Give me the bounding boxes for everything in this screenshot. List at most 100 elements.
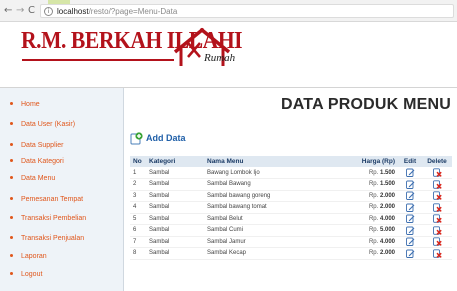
site-header: R.M. BERKAH ILLAHI Rumah bbox=[0, 22, 457, 88]
pencil-edit-icon[interactable] bbox=[405, 249, 415, 258]
price-value: 2.000 bbox=[379, 192, 395, 199]
pencil-edit-icon[interactable] bbox=[405, 214, 415, 224]
plus-circle-icon bbox=[130, 131, 143, 144]
table-row: 4 Sambal Sambal bawang tomat Rp. 2.000 bbox=[130, 201, 452, 214]
trash-delete-icon[interactable] bbox=[432, 249, 442, 258]
currency-prefix: Rp. bbox=[368, 227, 379, 234]
currency-prefix: Rp. bbox=[368, 215, 379, 222]
trash-delete-icon[interactable] bbox=[432, 168, 442, 177]
cell-nama-menu: Bawang Lombok Ijo bbox=[204, 167, 342, 179]
bullet-icon bbox=[10, 121, 13, 125]
trash-delete-icon[interactable] bbox=[432, 191, 442, 201]
url-host: localhost bbox=[57, 7, 89, 16]
pencil-edit-icon[interactable] bbox=[405, 168, 415, 177]
bullet-icon bbox=[10, 175, 13, 179]
url-path: /resto/?page=Menu-Data bbox=[88, 7, 178, 16]
cell-delete bbox=[422, 236, 452, 248]
add-data-button[interactable]: Add Data bbox=[130, 130, 186, 146]
cell-delete bbox=[422, 224, 452, 237]
currency-prefix: Rp. bbox=[368, 250, 379, 257]
sidebar-item-home[interactable]: Home bbox=[10, 100, 40, 109]
cell-nama-menu: Sambal Belut bbox=[204, 213, 342, 225]
cell-kategori: Sambal bbox=[146, 178, 204, 191]
sidebar-item-transaksi-penjualan[interactable]: Transaksi Penjualan bbox=[10, 234, 84, 243]
cell-edit bbox=[398, 167, 422, 179]
bullet-icon bbox=[10, 101, 13, 105]
table-row: 2 Sambal Sambal Bawang Rp. 1.500 bbox=[130, 178, 452, 191]
reload-icon[interactable]: C bbox=[28, 6, 35, 16]
pencil-edit-icon[interactable] bbox=[405, 180, 415, 189]
trash-delete-icon[interactable] bbox=[432, 237, 442, 247]
trash-delete-icon[interactable] bbox=[432, 226, 442, 235]
sidebar-item-data-menu[interactable]: Data Menu bbox=[10, 174, 55, 183]
currency-prefix: Rp. bbox=[368, 192, 379, 199]
cell-harga: Rp. 1.500 bbox=[342, 178, 398, 191]
col-header-edit: Edit bbox=[398, 156, 422, 167]
cell-kategori: Sambal bbox=[146, 236, 204, 248]
bullet-icon bbox=[10, 271, 13, 275]
bullet-icon bbox=[10, 158, 13, 162]
cell-delete bbox=[422, 201, 452, 214]
cell-delete bbox=[422, 190, 452, 202]
pencil-edit-icon[interactable] bbox=[405, 226, 415, 235]
sidebar-item-transaksi-pembelian[interactable]: Transaksi Pembelian bbox=[10, 214, 86, 223]
price-value: 5.000 bbox=[379, 227, 395, 234]
table-row: 7 Sambal Sambal Jamur Rp. 4.000 bbox=[130, 236, 452, 248]
sidebar-item-label: Data Supplier bbox=[21, 142, 64, 149]
cell-delete bbox=[422, 167, 452, 179]
sidebar-item-data-supplier[interactable]: Data Supplier bbox=[10, 141, 63, 150]
col-header-delete: Delete bbox=[422, 156, 452, 167]
sidebar-item-pemesanan-tempat[interactable]: Pemesanan Tempat bbox=[10, 195, 83, 204]
cell-harga: Rp. 2.000 bbox=[342, 201, 398, 214]
back-icon[interactable]: ← bbox=[4, 6, 12, 16]
trash-delete-icon[interactable] bbox=[432, 203, 442, 212]
pencil-edit-icon[interactable] bbox=[405, 237, 415, 247]
table-row: 1 Sambal Bawang Lombok Ijo Rp. 1.500 bbox=[130, 167, 452, 179]
bullet-icon bbox=[10, 253, 13, 257]
sidebar-item-logout[interactable]: Logout bbox=[10, 270, 42, 279]
sidebar-item-label: Logout bbox=[21, 271, 43, 278]
sidebar-item-label: Data User (Kasir) bbox=[21, 121, 76, 128]
info-icon[interactable]: i bbox=[44, 7, 53, 16]
currency-prefix: Rp. bbox=[368, 169, 379, 176]
currency-prefix: Rp. bbox=[368, 238, 379, 245]
logo-script-text: Rumah bbox=[204, 52, 236, 64]
cell-no: 2 bbox=[130, 178, 146, 191]
bullet-icon bbox=[10, 235, 13, 239]
cell-nama-menu: Sambal Kecap bbox=[204, 247, 342, 260]
trash-delete-icon[interactable] bbox=[432, 180, 442, 189]
cell-nama-menu: Sambal Jamur bbox=[204, 236, 342, 248]
cell-no: 1 bbox=[130, 167, 146, 179]
bullet-icon bbox=[10, 196, 13, 200]
table-row: 8 Sambal Sambal Kecap Rp. 2.000 bbox=[130, 247, 452, 260]
sidebar-item-laporan[interactable]: Laporan bbox=[10, 252, 47, 261]
cell-harga: Rp. 1.500 bbox=[342, 167, 398, 179]
trash-delete-icon[interactable] bbox=[432, 214, 442, 224]
cell-delete bbox=[422, 178, 452, 191]
address-bar[interactable]: i localhost/resto/?page=Menu-Data bbox=[40, 4, 454, 18]
cell-kategori: Sambal bbox=[146, 167, 204, 179]
currency-prefix: Rp. bbox=[368, 181, 379, 188]
cell-nama-menu: Sambal bawang tomat bbox=[204, 201, 342, 214]
main-content: DATA PRODUK MENU Add Data No Kategori Na… bbox=[125, 88, 457, 291]
sidebar-item-data-kategori[interactable]: Data Kategori bbox=[10, 157, 64, 166]
browser-toolbar: ← → C i localhost/resto/?page=Menu-Data bbox=[0, 0, 457, 22]
cell-edit bbox=[398, 247, 422, 260]
cell-delete bbox=[422, 213, 452, 225]
cell-no: 7 bbox=[130, 236, 146, 248]
cell-kategori: Sambal bbox=[146, 224, 204, 237]
col-header-kategori: Kategori bbox=[146, 156, 204, 167]
sidebar-item-label: Laporan bbox=[21, 253, 47, 260]
table-row: 6 Sambal Sambal Cumi Rp. 5.000 bbox=[130, 224, 452, 237]
cell-nama-menu: Sambal Bawang bbox=[204, 178, 342, 191]
cell-delete bbox=[422, 247, 452, 260]
cell-kategori: Sambal bbox=[146, 201, 204, 214]
table-header-row: No Kategori Nama Menu Harga (Rp) Edit De… bbox=[130, 156, 452, 167]
pencil-edit-icon[interactable] bbox=[405, 191, 415, 201]
price-value: 2.000 bbox=[379, 250, 395, 257]
forward-icon[interactable]: → bbox=[16, 6, 24, 16]
sidebar-item-label: Home bbox=[21, 101, 40, 108]
sidebar-item-data-user[interactable]: Data User (Kasir) bbox=[10, 120, 75, 129]
pencil-edit-icon[interactable] bbox=[405, 203, 415, 212]
sidebar-item-label: Data Kategori bbox=[21, 158, 64, 165]
